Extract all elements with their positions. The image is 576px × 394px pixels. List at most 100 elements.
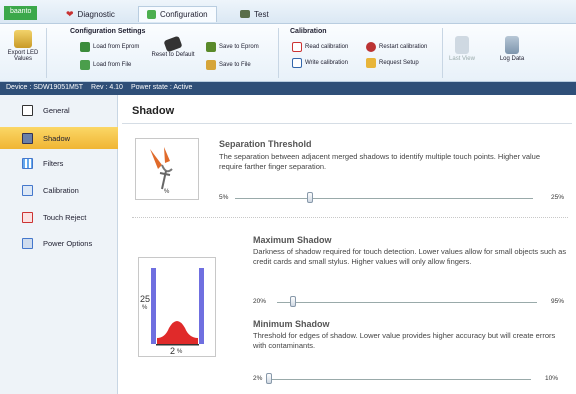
slider-track	[277, 302, 537, 303]
main-panel: Shadow % Separation Threshold The separa…	[118, 95, 576, 394]
power-status: Power state : Active	[130, 84, 193, 91]
restart-calibration-icon	[366, 42, 376, 52]
separation-image-label: %	[164, 189, 170, 195]
page-title: Shadow	[132, 105, 175, 117]
ribbon-divider	[442, 28, 443, 78]
separation-slider[interactable]: 5% 25%	[219, 192, 564, 204]
save-eprom-button[interactable]: Save to Eprom	[206, 42, 259, 52]
last-view-button[interactable]: Last View	[448, 36, 476, 62]
read-calibration-label: Read calibration	[305, 44, 349, 50]
heart-icon: ❤	[66, 8, 74, 19]
load-eprom-button[interactable]: Load from Eprom	[80, 42, 139, 52]
export-led-button[interactable]: Export LED Values	[6, 30, 40, 62]
sidebar-item-filters[interactable]: Filters	[0, 152, 118, 174]
revision-status: Rev : 4.10	[91, 84, 123, 91]
save-eprom-label: Save to Eprom	[219, 44, 259, 50]
slider-max-label: 95%	[550, 298, 564, 305]
calibration-group-label: Calibration	[290, 28, 327, 35]
read-calibration-icon	[292, 42, 302, 52]
max-shadow-title: Maximum Shadow	[253, 235, 332, 245]
slider-max-label: 10%	[544, 375, 558, 382]
slider-thumb[interactable]	[266, 373, 272, 384]
slider-min-label: 5%	[219, 194, 229, 201]
load-icon	[80, 42, 90, 52]
save-file-label: Save to File	[219, 62, 251, 68]
chip-icon	[163, 35, 183, 53]
app-menu-button[interactable]: baanto	[4, 6, 38, 20]
tab-label: Test	[254, 9, 269, 19]
tab-label: Diagnostic	[77, 9, 115, 19]
sidebar-item-label: Power Options	[43, 238, 93, 248]
max-shadow-description: Darkness of shadow required for touch de…	[253, 247, 567, 266]
calibration-icon	[22, 184, 33, 196]
ribbon-divider	[46, 28, 47, 78]
save-icon	[206, 42, 216, 52]
slider-max-label: 25%	[550, 194, 564, 201]
export-led-label: Export LED Values	[7, 50, 39, 62]
request-setup-label: Request Setup	[379, 60, 419, 66]
tab-bar: baanto ❤ Diagnostic Configuration Test	[0, 0, 576, 24]
sidebar-item-calibration[interactable]: Calibration	[0, 179, 118, 201]
title-divider	[122, 123, 572, 124]
config-group-label: Configuration Settings	[70, 28, 146, 35]
tab-test[interactable]: Test	[232, 6, 277, 22]
load-file-label: Load from File	[93, 62, 132, 68]
restart-calibration-button[interactable]: Restart calibration	[366, 42, 427, 52]
slider-min-label: 20%	[253, 298, 267, 305]
slider-track	[269, 379, 531, 380]
last-view-icon	[455, 36, 469, 54]
save-file-button[interactable]: Save to File	[206, 60, 251, 70]
reset-default-button[interactable]: Reset to Default	[148, 35, 198, 58]
request-setup-button[interactable]: Request Setup	[366, 58, 419, 68]
sidebar-item-shadow[interactable]: Shadow	[0, 127, 118, 149]
configuration-icon	[147, 10, 156, 19]
min-shadow-slider[interactable]: 2% 10%	[253, 373, 558, 385]
slider-thumb[interactable]	[306, 192, 313, 203]
load-file-button[interactable]: Load from File	[80, 60, 131, 70]
shadow-image-left-unit: %	[142, 305, 148, 311]
shadow-image-left-label: 25	[140, 294, 151, 304]
sidebar-item-label: General	[43, 105, 70, 115]
test-icon	[240, 10, 250, 18]
sidebar-item-label: Touch Reject	[43, 212, 87, 222]
folder-icon	[14, 30, 32, 48]
shadow-image-bottom-label: 2	[170, 346, 176, 356]
general-icon	[22, 104, 33, 116]
separation-description: The separation between adjacent merged s…	[219, 152, 541, 171]
min-shadow-description: Threshold for edges of shadow. Lower val…	[253, 331, 556, 350]
touch-reject-icon	[22, 211, 33, 223]
max-shadow-slider[interactable]: 20% 95%	[253, 296, 564, 308]
ribbon-divider	[278, 28, 279, 78]
shadow-illustration: 25 % 2 %	[138, 257, 216, 357]
section-divider	[132, 217, 568, 218]
ribbon: Export LED Values Configuration Settings…	[0, 24, 576, 82]
sidebar-item-label: Calibration	[43, 185, 79, 195]
sidebar-item-power-options[interactable]: Power Options	[0, 232, 118, 254]
status-bar: Device : SDW19051M5T Rev : 4.10 Power st…	[0, 82, 576, 95]
read-calibration-button[interactable]: Read calibration	[292, 42, 348, 52]
sidebar-item-label: Filters	[43, 158, 64, 168]
sidebar: General Shadow Filters Calibration Touch…	[0, 95, 118, 394]
log-data-button[interactable]: Log Data	[496, 36, 528, 62]
separation-illustration: %	[135, 138, 199, 200]
write-calibration-icon	[292, 58, 302, 68]
write-calibration-button[interactable]: Write calibration	[292, 58, 348, 68]
sidebar-item-touch-reject[interactable]: Touch Reject	[0, 206, 118, 228]
log-data-label: Log Data	[499, 56, 525, 62]
slider-thumb[interactable]	[289, 296, 296, 307]
power-options-icon	[22, 237, 33, 249]
load-eprom-label: Load from Eprom	[93, 44, 140, 50]
request-setup-icon	[366, 58, 376, 68]
slider-track	[235, 198, 533, 199]
tab-diagnostic[interactable]: ❤ Diagnostic	[58, 6, 123, 22]
slider-min-label: 2%	[253, 375, 263, 382]
sidebar-item-general[interactable]: General	[0, 99, 118, 121]
restart-calibration-label: Restart calibration	[379, 44, 428, 50]
sidebar-item-label: Shadow	[43, 133, 71, 143]
tab-configuration[interactable]: Configuration	[138, 6, 217, 22]
last-view-label: Last View	[449, 56, 475, 62]
device-status: Device : SDW19051M5T	[6, 84, 84, 91]
reset-default-label: Reset to Default	[151, 52, 195, 58]
save-file-icon	[206, 60, 216, 70]
filters-icon	[22, 157, 33, 169]
